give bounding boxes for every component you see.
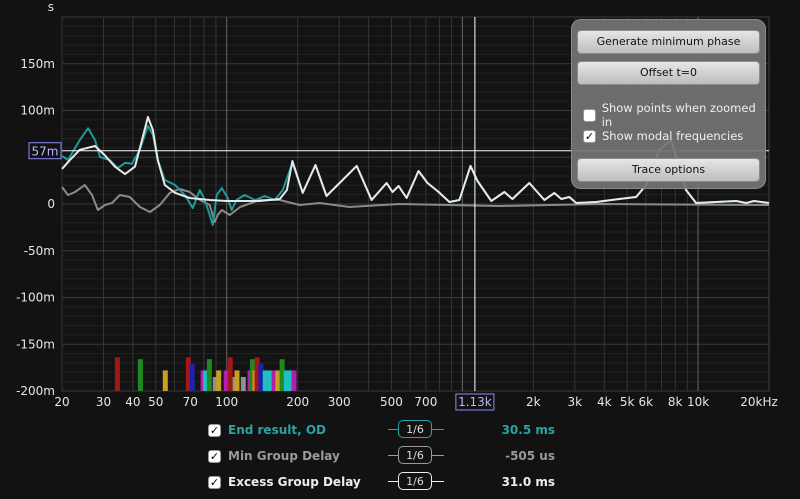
smoothing-value[interactable]: 1/6 xyxy=(398,446,432,464)
x-tick-label: 20 xyxy=(54,395,69,409)
y-tick-label: -200m xyxy=(16,384,55,398)
y-tick-label: 100m xyxy=(20,104,55,118)
modal-bar xyxy=(291,370,297,391)
smoothing-value[interactable]: 1/6 xyxy=(398,420,432,438)
trace-options-button[interactable]: Trace options xyxy=(577,158,760,182)
x-tick-label: 6k xyxy=(638,395,653,409)
show-points-checkbox[interactable]: Show points when zoomed in xyxy=(583,101,765,129)
modal-bar xyxy=(114,357,120,391)
smoothing-selector[interactable]: 1/6 xyxy=(388,420,444,438)
legend-label[interactable]: End result, OD xyxy=(228,423,326,437)
modal-bar xyxy=(137,359,143,391)
modal-bar xyxy=(240,376,246,391)
x-tick-label: 700 xyxy=(414,395,437,409)
y-unit-label: s xyxy=(48,0,54,14)
modal-bar xyxy=(275,370,281,391)
legend-value: 30.5 ms xyxy=(501,423,555,437)
modal-bar xyxy=(234,370,240,391)
x-tick-label: 2k xyxy=(526,395,541,409)
y-tick-label: 150m xyxy=(20,57,55,71)
checkmark-icon[interactable]: ✓ xyxy=(583,129,596,143)
legend-label[interactable]: Min Group Delay xyxy=(228,449,340,463)
x-tick-label: 500 xyxy=(380,395,403,409)
cursor-value-label: 57m xyxy=(32,145,59,159)
modal-bar xyxy=(216,370,222,391)
generate-minimum-phase-button[interactable]: Generate minimum phase xyxy=(577,30,760,54)
modal-bar xyxy=(262,370,268,391)
y-tick-label: -100m xyxy=(16,291,55,305)
x-tick-label: 300 xyxy=(328,395,351,409)
legend-row: ✓ End result, OD 1/6 30.5 ms xyxy=(208,420,555,439)
modal-bar xyxy=(206,359,212,391)
legend-value: -505 us xyxy=(505,449,555,463)
checkmark-icon[interactable]: ✓ xyxy=(208,449,221,463)
x-tick-label: 70 xyxy=(183,395,198,409)
show-modal-label: Show modal frequencies xyxy=(602,129,744,143)
x-tick-label: 5k xyxy=(620,395,635,409)
smoothing-selector[interactable]: 1/6 xyxy=(388,446,444,464)
checkmark-icon[interactable]: ✓ xyxy=(208,475,221,489)
x-tick-label: 200 xyxy=(286,395,309,409)
legend-label[interactable]: Excess Group Delay xyxy=(228,475,361,489)
y-tick-label: 0 xyxy=(47,197,55,211)
x-tick-label: 50 xyxy=(148,395,163,409)
offset-t0-button[interactable]: Offset t=0 xyxy=(577,61,760,85)
x-tick-label: 20kHz xyxy=(740,395,778,409)
show-modal-frequencies-checkbox[interactable]: ✓ Show modal frequencies xyxy=(583,129,743,143)
show-points-label: Show points when zoomed in xyxy=(601,101,756,129)
modal-bar xyxy=(162,370,168,391)
x-tick-label: 100 xyxy=(215,395,238,409)
y-tick-label: -50m xyxy=(24,244,55,258)
checkmark-icon[interactable]: ✓ xyxy=(208,423,221,437)
x-tick-label: 40 xyxy=(125,395,140,409)
x-tick-label: 3k xyxy=(568,395,583,409)
legend-row: ✓ Excess Group Delay 1/6 31.0 ms xyxy=(208,472,555,491)
modal-bar xyxy=(227,357,233,391)
modal-bar xyxy=(189,363,195,391)
cursor-freq-label: 1.13k xyxy=(458,395,492,409)
modal-bar xyxy=(258,363,264,391)
graph-options-panel: Generate minimum phase Offset t=0 Show p… xyxy=(571,19,766,189)
x-tick-label: 30 xyxy=(96,395,111,409)
x-tick-label: 4k xyxy=(597,395,612,409)
y-tick-label: -150m xyxy=(16,337,55,351)
smoothing-value[interactable]: 1/6 xyxy=(398,472,432,490)
x-tick-label: 10k xyxy=(687,395,709,409)
smoothing-selector[interactable]: 1/6 xyxy=(388,472,444,490)
legend-value: 31.0 ms xyxy=(501,475,555,489)
x-tick-label: 8k xyxy=(668,395,683,409)
checkbox-unchecked-icon[interactable] xyxy=(583,108,596,122)
legend-row: ✓ Min Group Delay 1/6 -505 us xyxy=(208,446,555,465)
